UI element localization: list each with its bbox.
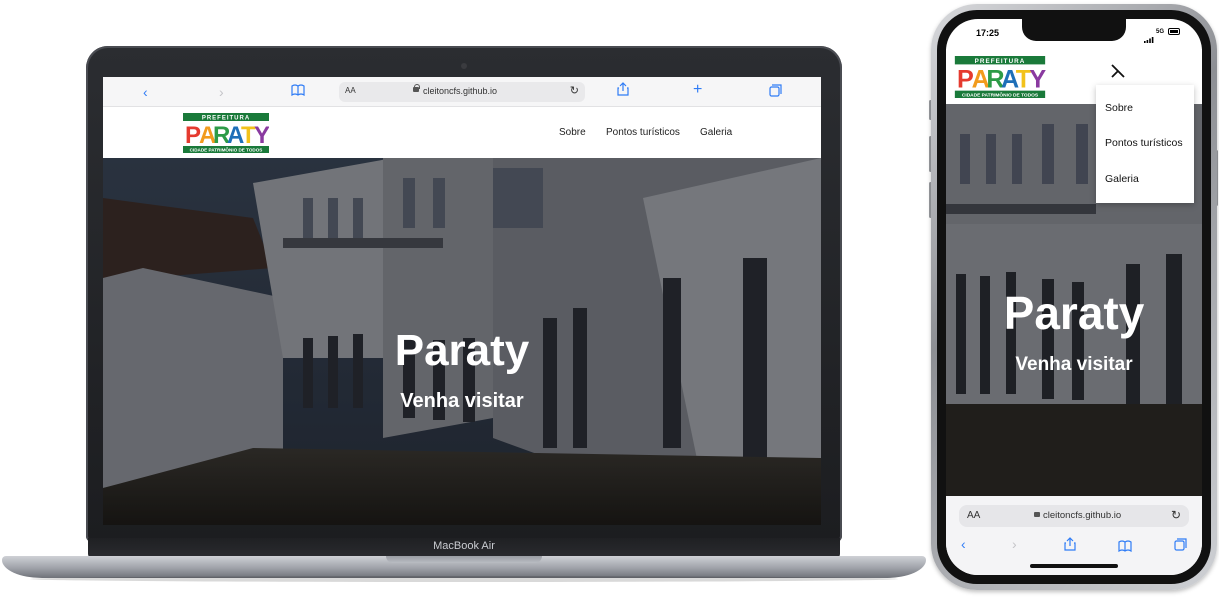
laptop-model-label: MacBook Air — [433, 540, 495, 552]
tabs-icon[interactable] — [769, 83, 782, 101]
text-size-button[interactable]: AA — [345, 86, 356, 95]
nav-galeria[interactable]: Galeria — [700, 127, 732, 138]
address-bar[interactable]: AA cleitoncfs.github.io ↻ — [339, 82, 585, 102]
menu-item-pontos-turisticos[interactable]: Pontos turísticos — [1105, 137, 1183, 149]
svg-text:PREFEITURA: PREFEITURA — [202, 116, 250, 122]
book-icon[interactable] — [1118, 539, 1132, 555]
status-time: 17:25 — [976, 28, 1000, 38]
reload-icon[interactable]: ↻ — [1171, 508, 1181, 522]
menu-item-sobre[interactable]: Sobre — [1105, 102, 1133, 114]
nav-pontos-turisticos[interactable]: Pontos turísticos — [606, 127, 680, 138]
reload-icon[interactable]: ↻ — [570, 84, 579, 97]
laptop-screen: ‹ › AA cleitoncfs.github.io ↻ + PREFEITU… — [103, 77, 821, 525]
home-indicator[interactable] — [1030, 564, 1118, 568]
svg-text:PREFEITURA: PREFEITURA — [975, 58, 1026, 65]
chevron-right-icon[interactable]: › — [1012, 536, 1017, 552]
tabs-icon[interactable] — [1174, 538, 1187, 554]
hero-subtitle: Venha visitar — [1015, 354, 1133, 375]
plus-icon[interactable]: + — [693, 81, 702, 99]
phone-notch — [1022, 19, 1126, 41]
paraty-logo[interactable]: PREFEITURA P A R A T Y CIDADE PATRIMÔNIO… — [183, 113, 270, 158]
phone-screen: 17:25 5G PREFEITURA P A R A T Y CIDADE P… — [946, 19, 1202, 575]
lock-icon — [413, 84, 420, 92]
text-size-button[interactable]: AA — [967, 510, 980, 521]
chevron-right-icon[interactable]: › — [219, 83, 224, 101]
battery-icon — [1168, 28, 1180, 35]
hero-title: Paraty — [394, 326, 530, 375]
lock-icon — [1034, 512, 1040, 517]
url-text: cleitoncfs.github.io — [423, 86, 498, 96]
site-header: PREFEITURA P A R A T Y CIDADE PATRIMÔNIO… — [103, 107, 821, 158]
book-icon[interactable] — [291, 83, 305, 101]
network-label: 5G — [1156, 29, 1165, 35]
svg-text:CIDADE PATRIMÔNIO DE TODOS: CIDADE PATRIMÔNIO DE TODOS — [190, 146, 263, 153]
hero-subtitle: Venha visitar — [400, 390, 524, 412]
share-icon[interactable] — [617, 82, 629, 100]
hero-banner: Paraty Venha visitar — [103, 158, 821, 525]
svg-text:Y: Y — [1029, 66, 1046, 94]
paraty-logo[interactable]: PREFEITURA P A R A T Y CIDADE PATRIMÔNIO… — [954, 56, 1046, 103]
url-text: cleitoncfs.github.io — [1043, 510, 1122, 521]
mobile-nav-menu: Sobre Pontos turísticos Galeria — [1096, 85, 1194, 203]
close-menu-icon[interactable] — [1110, 61, 1126, 83]
hero-title: Paraty — [1003, 287, 1145, 339]
safari-bottom-bar: AA cleitoncfs.github.io ↻ ‹ › — [946, 496, 1202, 575]
chevron-left-icon[interactable]: ‹ — [961, 536, 966, 552]
share-icon[interactable] — [1064, 537, 1076, 554]
laptop-opening-notch — [386, 556, 542, 563]
menu-item-galeria[interactable]: Galeria — [1105, 173, 1139, 185]
laptop-shadow — [30, 576, 898, 582]
nav-sobre[interactable]: Sobre — [559, 127, 586, 138]
laptop-camera — [461, 63, 467, 69]
signal-icon — [1144, 30, 1154, 48]
svg-text:Y: Y — [254, 122, 269, 149]
chevron-left-icon[interactable]: ‹ — [143, 83, 148, 101]
safari-toolbar: ‹ › AA cleitoncfs.github.io ↻ + — [103, 77, 821, 107]
address-bar[interactable]: AA cleitoncfs.github.io ↻ — [959, 505, 1189, 527]
